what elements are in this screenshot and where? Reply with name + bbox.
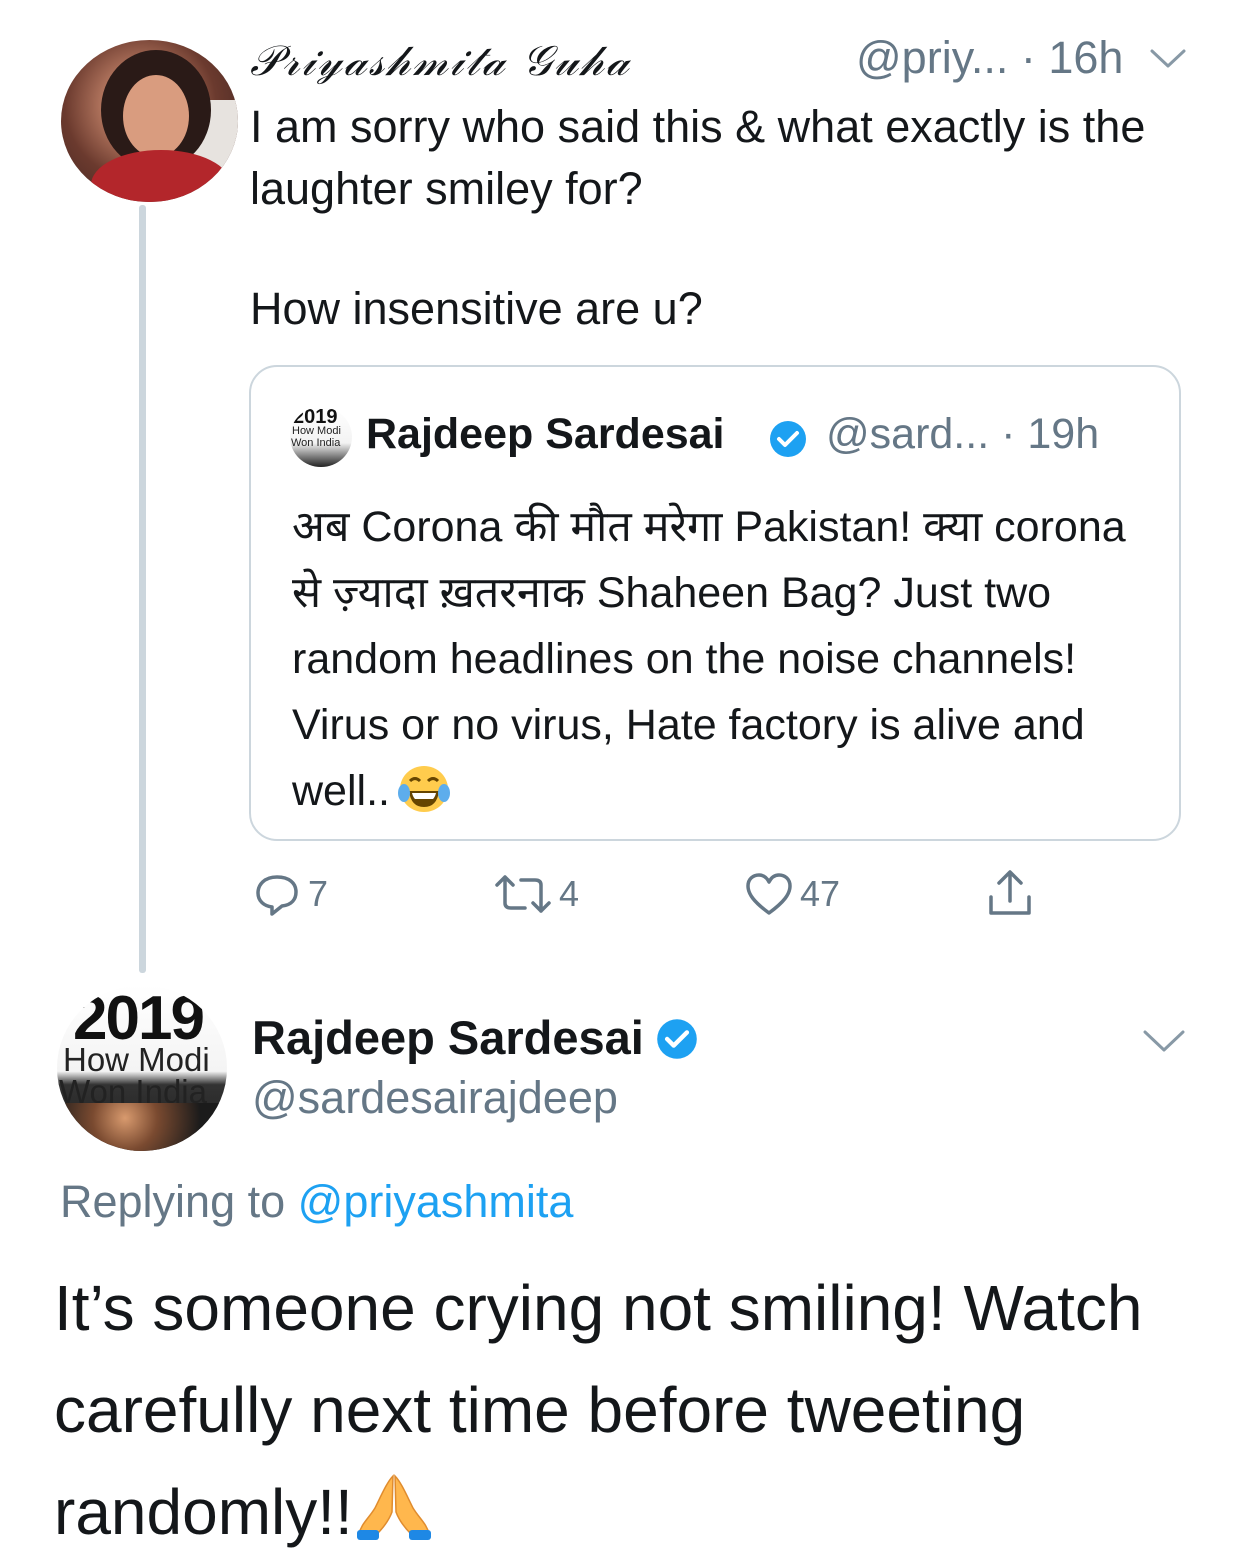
quoted-tweet-meta: @sard... · 19h xyxy=(826,410,1099,459)
replying-to-mention-link[interactable]: @priyashmita xyxy=(298,1176,574,1227)
replying-to-line: Replying to @priyashmita xyxy=(60,1176,573,1228)
replying-to-label: Replying to xyxy=(60,1176,286,1227)
quoted-tweet-author-name: Rajdeep Sardesai xyxy=(366,410,725,458)
quoted-tweet-handle: @sard... xyxy=(826,410,990,458)
retweet-icon xyxy=(495,875,551,913)
tweet-text: I am sorry who said this & what exactly … xyxy=(250,101,1146,214)
like-button[interactable]: 47 xyxy=(744,866,840,922)
verified-badge-icon xyxy=(657,1019,697,1059)
quoted-tweet-text: अब Corona की मौत मरेगा Pakistan! क्या co… xyxy=(292,494,1162,824)
heart-icon xyxy=(746,873,792,915)
reply-icon xyxy=(256,875,298,916)
tweet-author-handle[interactable]: @priy... xyxy=(856,32,1008,83)
quoted-tweet-avatar: 2019 How Modi Won India xyxy=(290,407,352,467)
retweet-button[interactable]: 4 xyxy=(493,866,579,922)
tweet-text-second-paragraph: How insensitive are u? xyxy=(250,283,703,334)
reply-author-handle[interactable]: @sardesairajdeep xyxy=(252,1072,618,1124)
reply-text: It’s someone crying not smiling! Watch c… xyxy=(54,1257,1204,1563)
avatar[interactable] xyxy=(61,40,238,202)
share-button[interactable] xyxy=(985,866,1041,922)
share-icon xyxy=(989,870,1031,915)
tweet-meta: @priy... · 16h xyxy=(856,32,1123,84)
reply-button[interactable]: 7 xyxy=(252,866,328,922)
chevron-down-icon[interactable] xyxy=(1148,46,1188,72)
tweet-author-name[interactable]: 𝒫𝓇𝒾𝓎𝒶𝓈𝒽𝓂𝒾𝓉𝒶 𝒢𝓊𝒽𝒶 xyxy=(250,36,631,86)
like-count: 47 xyxy=(800,873,841,914)
folded-hands-emoji-icon xyxy=(356,1474,431,1540)
avatar-line2: Won India xyxy=(291,437,341,449)
reply-text-body: It’s someone crying not smiling! Watch c… xyxy=(54,1272,1143,1548)
verified-badge-icon xyxy=(770,421,806,457)
laughing-emoji-icon xyxy=(397,766,450,812)
tweet-timestamp[interactable]: · 16h xyxy=(1021,32,1124,83)
avatar-line1: How Modi xyxy=(292,425,341,437)
reply-author-avatar[interactable]: 2019 How Modi Won India xyxy=(57,985,227,1151)
thread-line xyxy=(139,205,146,973)
reply-count: 7 xyxy=(308,873,329,914)
reply-author-name[interactable]: Rajdeep Sardesai xyxy=(252,1010,644,1065)
quoted-tweet-timestamp: · 19h xyxy=(1001,410,1100,458)
chevron-down-icon[interactable] xyxy=(1140,1026,1188,1056)
retweet-count: 4 xyxy=(559,873,580,914)
